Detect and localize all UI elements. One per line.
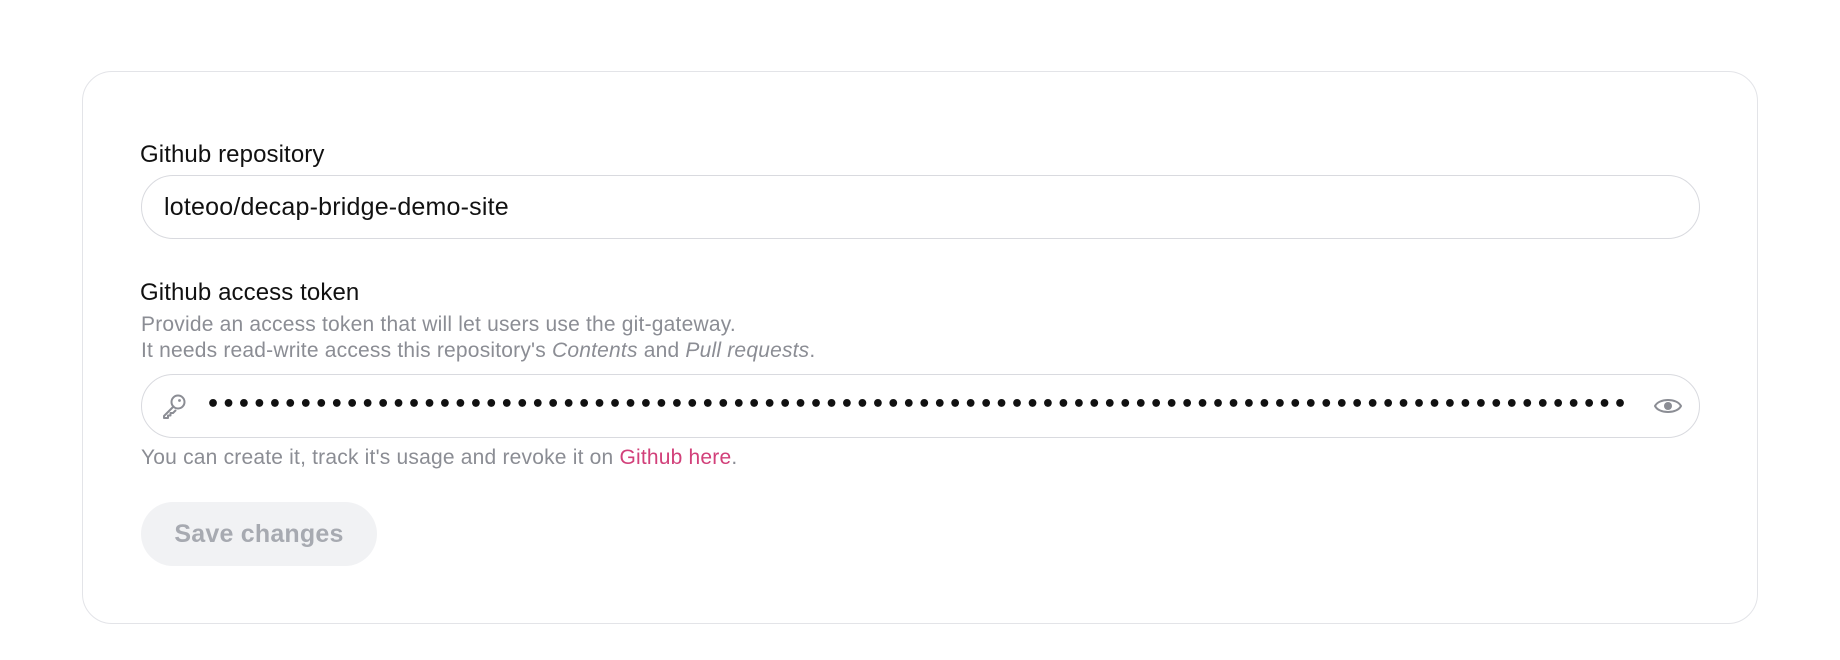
token-label: Github access token: [140, 279, 360, 306]
token-help-prefix: It needs read-write access this reposito…: [141, 339, 553, 362]
token-help-suffix: .: [809, 339, 816, 362]
repository-label: Github repository: [140, 141, 325, 168]
token-help-contents: Contents: [552, 339, 638, 362]
token-help-line-1: Provide an access token that will let us…: [141, 313, 736, 336]
token-help-pull-requests: Pull requests: [685, 339, 810, 362]
repository-input-value[interactable]: loteoo/decap-bridge-demo-site: [164, 193, 509, 222]
save-changes-button[interactable]: Save changes: [141, 502, 377, 566]
token-help-and: and: [637, 339, 686, 362]
key-icon: [163, 394, 186, 419]
repository-input[interactable]: loteoo/decap-bridge-demo-site: [141, 175, 1700, 239]
eye-icon[interactable]: [1653, 394, 1683, 418]
token-help-line-2: It needs read-write access this reposito…: [141, 338, 815, 364]
token-masked-value[interactable]: ••••••••••••••••••••••••••••••••••••••••…: [206, 392, 1628, 417]
github-here-link[interactable]: Github here: [619, 446, 731, 469]
token-footer-suffix: .: [731, 446, 738, 469]
token-footer-prefix: You can create it, track it's usage and …: [141, 446, 620, 469]
token-footer-help: You can create it, track it's usage and …: [141, 445, 737, 471]
token-input[interactable]: ••••••••••••••••••••••••••••••••••••••••…: [141, 374, 1700, 438]
